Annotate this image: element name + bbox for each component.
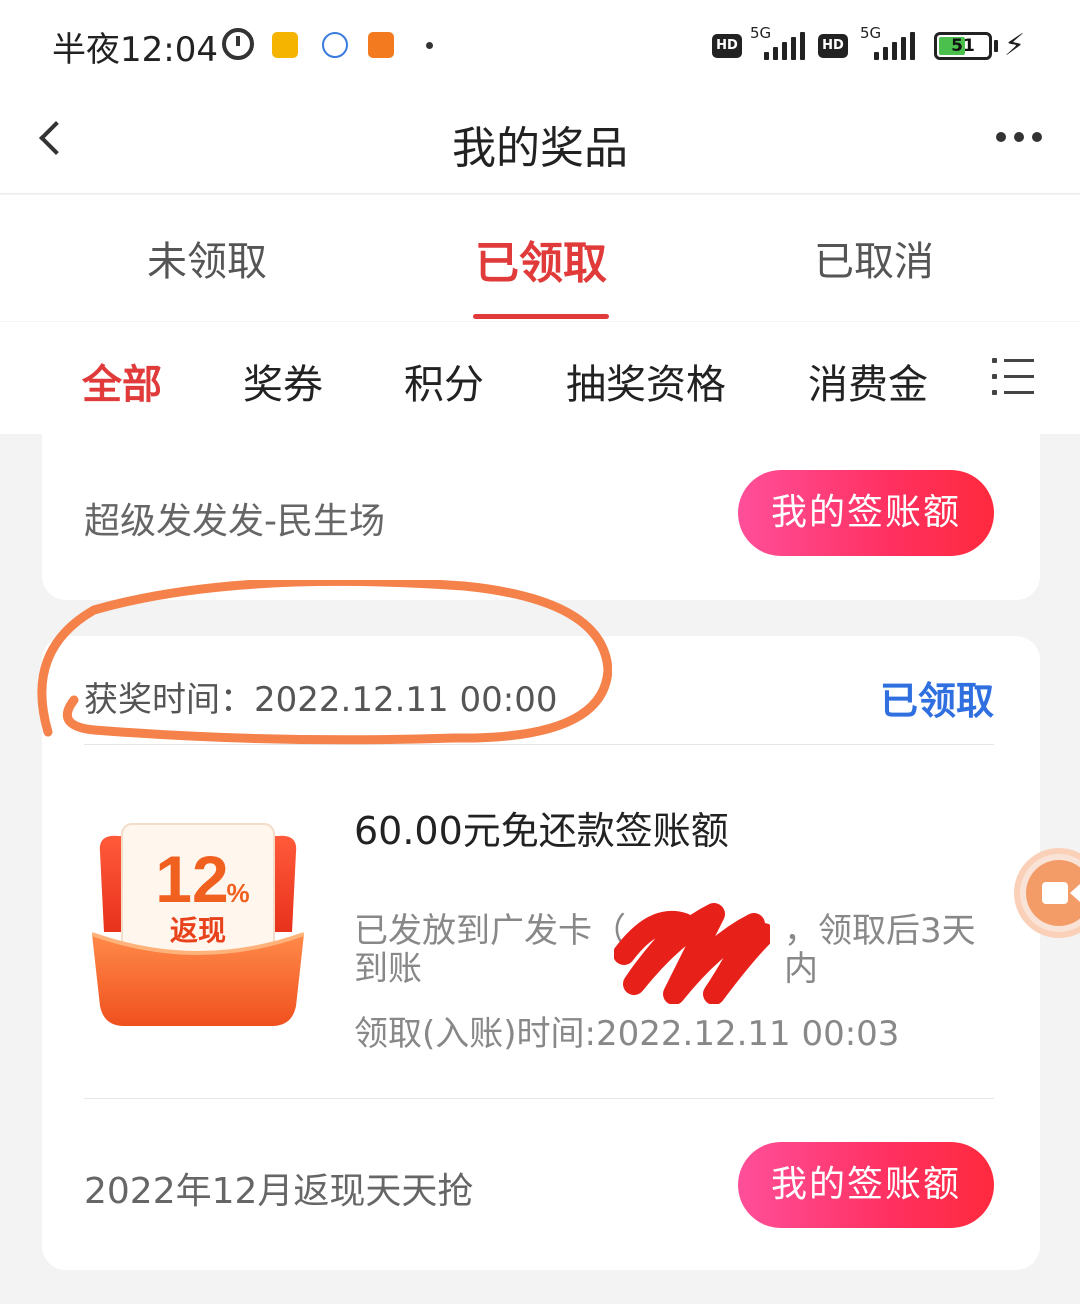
prize-name: 60.00元免还款签账额 xyxy=(354,809,729,853)
claim-status-badge: 已领取 xyxy=(879,679,994,723)
status-bar: 半夜12:04 HD 5G HD 5G 51 ⚡ xyxy=(0,0,1080,92)
filter-consumption-credit[interactable]: 消费金 xyxy=(808,352,928,410)
status-tabs: 未领取 已领取 已取消 xyxy=(0,195,1080,321)
tab-cancelled[interactable]: 已取消 xyxy=(754,229,994,287)
filter-coupons[interactable]: 奖券 xyxy=(243,352,323,410)
battery-level: 51 xyxy=(951,36,975,56)
signal-icon xyxy=(874,32,918,60)
charging-icon: ⚡ xyxy=(1004,28,1026,63)
prize-card: 超级发发发-民生场 我的签账额 xyxy=(42,420,1040,600)
prize-icon-percent-sign: % xyxy=(226,878,249,908)
filter-all[interactable]: 全部 xyxy=(82,352,162,410)
my-credit-button[interactable]: 我的签账额 xyxy=(738,1142,994,1228)
activity-name: 超级发发发-民生场 xyxy=(84,501,385,542)
battery-icon: 51 xyxy=(934,32,992,60)
mail-app-icon xyxy=(272,32,298,58)
task-app-icon xyxy=(322,32,348,58)
active-tab-indicator xyxy=(473,314,609,319)
dl-app-icon xyxy=(368,32,394,58)
prize-icon-percent: 12 xyxy=(155,842,228,916)
annotation-circle xyxy=(37,580,612,745)
page-title: 我的奖品 xyxy=(452,123,628,174)
status-time: 半夜12:04 xyxy=(52,30,218,70)
category-filters: 全部 奖券 积分 抽奖资格 消费金 xyxy=(0,322,1080,434)
tab-unclaimed[interactable]: 未领取 xyxy=(87,229,327,287)
more-options-button[interactable] xyxy=(990,124,1050,148)
nav-bar: 我的奖品 xyxy=(0,92,1080,194)
cashback-prize-icon: 12 % 返现 xyxy=(92,823,304,1026)
tab-claimed[interactable]: 已领取 xyxy=(421,227,661,291)
activity-name: 2022年12月返现天天抢 xyxy=(84,1171,474,1212)
receive-time: 领取(入账)时间:2022.12.11 00:03 xyxy=(354,1014,900,1054)
redaction-scribble xyxy=(614,903,770,1004)
list-menu-icon[interactable] xyxy=(992,356,1036,396)
my-credit-button[interactable]: 我的签账额 xyxy=(738,470,994,556)
alarm-icon xyxy=(222,28,254,60)
video-camera-icon xyxy=(1042,882,1080,904)
filter-lottery-eligibility[interactable]: 抽奖资格 xyxy=(566,352,726,410)
prize-description-head: 已发放到广发卡（ xyxy=(354,911,626,951)
hd-icon: HD xyxy=(818,34,848,58)
filter-points[interactable]: 积分 xyxy=(404,352,484,410)
signal-icon xyxy=(764,32,808,60)
prize-description-tail: ，领取后3天内 xyxy=(784,911,976,989)
divider xyxy=(84,1098,994,1099)
more-notifications-icon xyxy=(426,42,433,49)
hd-icon: HD xyxy=(712,34,742,58)
prize-icon-label: 返现 xyxy=(170,914,226,947)
